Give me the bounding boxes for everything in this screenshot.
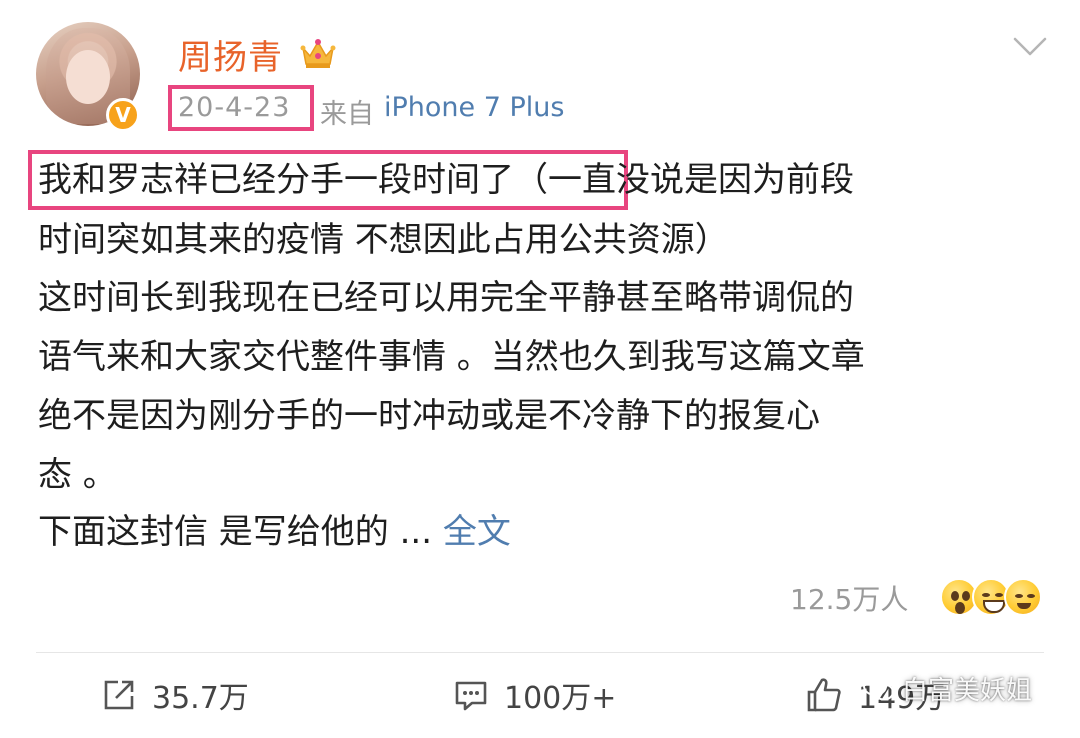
thumbs-up-icon xyxy=(807,678,841,712)
full-text-link[interactable]: 全文 xyxy=(443,512,511,552)
watermark-text: 白富美妖姐 xyxy=(902,676,1033,706)
verified-badge-icon: V xyxy=(106,98,140,132)
chevron-down-icon[interactable] xyxy=(1012,36,1048,58)
repost-button[interactable]: 35.7万 xyxy=(100,672,249,718)
view-count: 12.5万人 xyxy=(790,583,909,616)
repost-count: 35.7万 xyxy=(152,681,249,716)
crown-icon xyxy=(300,39,336,68)
post-date: 20-4-23 xyxy=(178,92,291,123)
wechat-icon xyxy=(863,675,894,700)
post-last-line: 下面这封信 是写给他的 ... 全文 xyxy=(38,508,511,556)
post-text-line: 语气来和大家交代整件事情 。当然也久到我写这篇文章 xyxy=(38,337,865,377)
comment-icon xyxy=(455,681,487,711)
repost-icon xyxy=(104,680,134,710)
post-source-device[interactable]: iPhone 7 Plus xyxy=(384,92,564,123)
grinning-face-icon xyxy=(1004,578,1042,616)
post-text-line: 态 。 xyxy=(38,455,117,495)
post-text-line: 时间突如其来的疫情 不想因此占用公共资源） xyxy=(38,220,729,260)
divider xyxy=(36,652,1044,653)
post-text-line: 我和罗志祥已经分手一段时间了（一直没说是因为前段 xyxy=(38,160,854,200)
comment-count: 100万+ xyxy=(504,681,617,716)
avatar-face xyxy=(66,50,110,104)
post-text-line: 绝不是因为刚分手的一时冲动或是不冷静下的报复心 xyxy=(38,396,820,436)
username[interactable]: 周扬青 xyxy=(178,30,283,79)
post-text-line: 下面这封信 是写给他的 ... xyxy=(38,512,443,552)
source-prefix: 来自 xyxy=(320,99,374,130)
comment-button[interactable]: 100万+ xyxy=(452,672,616,718)
watermark: 白富美妖姐 xyxy=(862,670,1032,707)
post-text-line: 这时间长到我现在已经可以用完全平静甚至略带调侃的 xyxy=(38,278,854,318)
